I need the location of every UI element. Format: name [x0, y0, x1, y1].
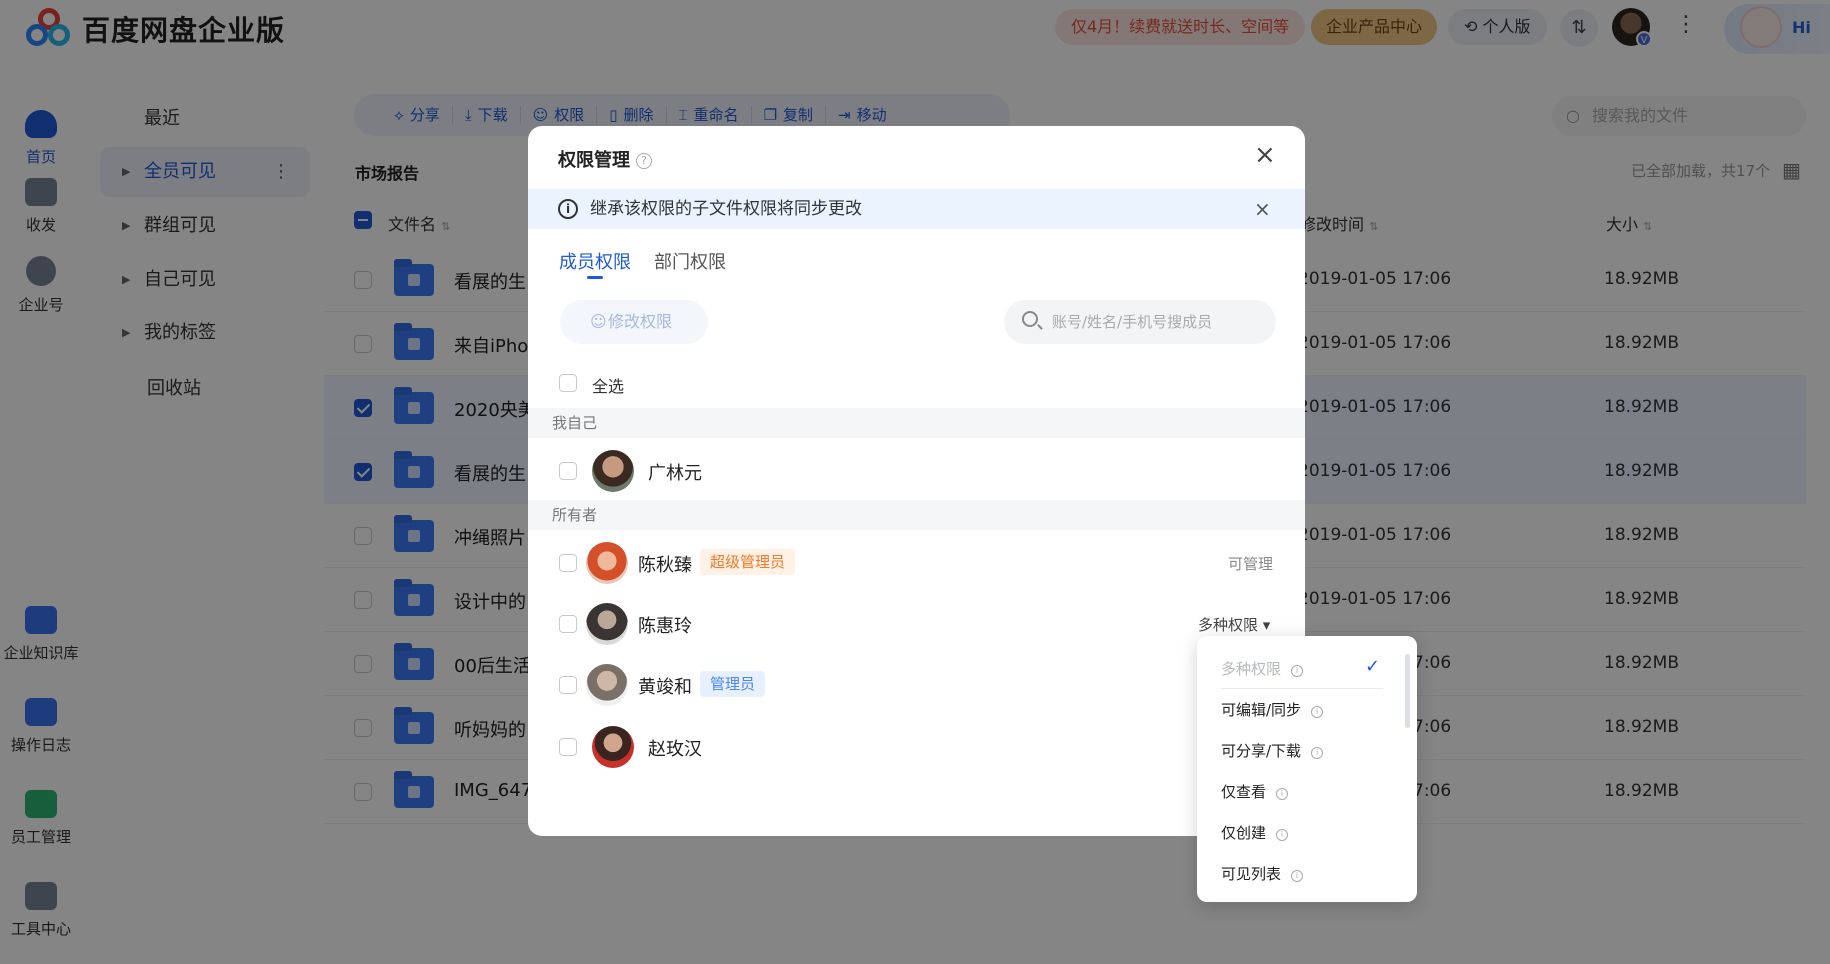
avatar [586, 603, 628, 645]
search-icon [1022, 311, 1038, 327]
menu-item-edit-sync[interactable]: 可编辑/同步 i [1221, 699, 1324, 720]
section-owner: 所有者 [528, 500, 1305, 530]
dropdown-scrollbar[interactable] [1405, 654, 1410, 728]
info-icon[interactable]: i [1276, 788, 1289, 800]
member-checkbox[interactable] [559, 676, 577, 694]
info-icon[interactable]: i [1311, 706, 1324, 718]
menu-item-mixed-permission: 多种权限 i [1221, 658, 1304, 679]
info-icon[interactable]: i [1291, 665, 1304, 677]
info-icon: i [558, 199, 578, 219]
member-checkbox[interactable] [559, 554, 577, 572]
tab-member-permission[interactable]: 成员权限 [559, 248, 631, 274]
select-all-checkbox[interactable] [559, 374, 577, 392]
tab-department-permission[interactable]: 部门权限 [654, 248, 726, 274]
section-self: 我自己 [528, 408, 1305, 438]
dialog-title: 权限管理? [558, 146, 652, 172]
admin-badge: 管理员 [700, 671, 766, 697]
member-checkbox[interactable] [559, 615, 577, 633]
checkmark-icon: ✓ [1365, 656, 1381, 677]
member-checkbox[interactable] [559, 738, 577, 756]
member-search-input[interactable]: 账号/姓名/手机号搜成员 [1004, 300, 1276, 344]
member-name: 黄竣和 [638, 677, 692, 698]
inherit-notice: i 继承该权限的子文件权限将同步更改 × [528, 189, 1305, 229]
member-name: 陈秋臻 [638, 555, 692, 576]
active-tab-indicator [587, 276, 603, 279]
permission-level: 可管理 [1228, 555, 1274, 573]
notice-close-icon[interactable]: × [1254, 189, 1271, 229]
user-edit-icon: ☺ [590, 312, 607, 331]
permission-dialog: 权限管理? × i 继承该权限的子文件权限将同步更改 × 成员权限 部门权限 ☺… [528, 126, 1305, 836]
permission-dropdown-trigger[interactable]: 多种权限 ▾ [1198, 614, 1270, 635]
avatar [586, 542, 628, 584]
super-admin-badge: 超级管理员 [700, 549, 796, 575]
menu-item-create-only[interactable]: 仅创建 i [1221, 822, 1289, 843]
menu-item-share-download[interactable]: 可分享/下载 i [1221, 740, 1324, 761]
avatar [592, 726, 634, 768]
member-checkbox[interactable] [559, 462, 577, 480]
avatar [586, 664, 628, 706]
info-icon[interactable]: i [1276, 829, 1289, 841]
close-icon[interactable]: × [1254, 142, 1276, 168]
select-all-label: 全选 [592, 377, 625, 396]
member-name: 广林元 [648, 463, 702, 484]
member-name: 赵玫汉 [648, 739, 702, 760]
member-name: 陈惠玲 [638, 616, 692, 637]
permission-dropdown-menu: 多种权限 i ✓ 可编辑/同步 i 可分享/下载 i 仅查看 i 仅创建 i 可见列表 i [1197, 636, 1417, 902]
menu-item-visible-list[interactable]: 可见列表 i [1221, 863, 1304, 884]
menu-divider [1221, 688, 1383, 689]
info-icon[interactable]: i [1311, 747, 1324, 759]
help-icon[interactable]: ? [636, 153, 652, 169]
menu-item-view-only[interactable]: 仅查看 i [1221, 781, 1289, 802]
edit-permission-button[interactable]: ☺ 修改权限 [560, 300, 708, 344]
avatar [592, 450, 634, 492]
info-icon[interactable]: i [1291, 870, 1304, 882]
